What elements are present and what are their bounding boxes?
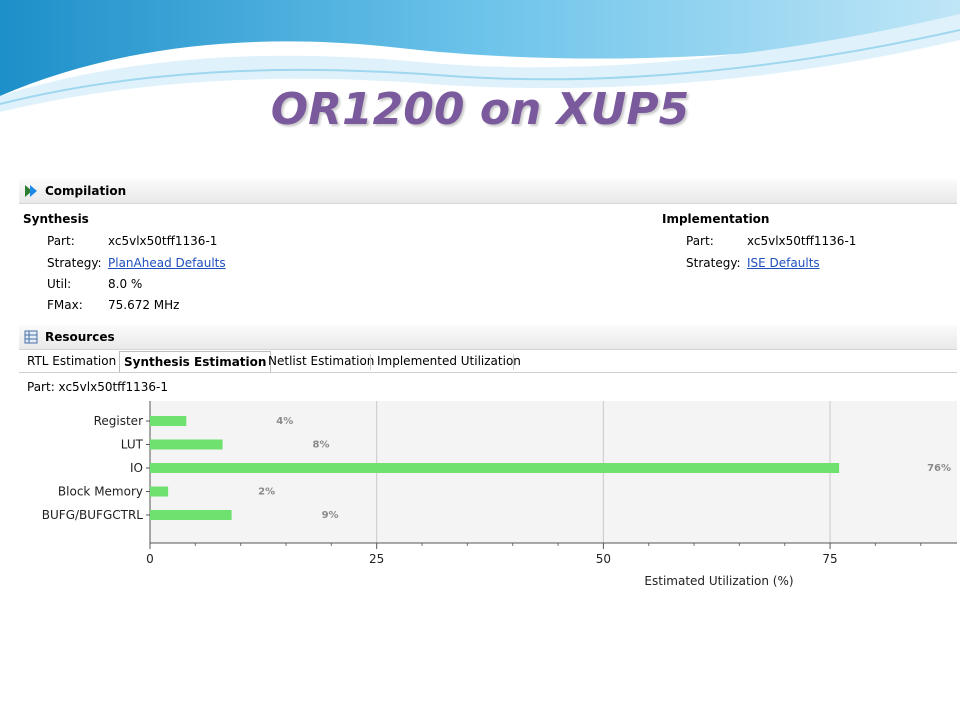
category-label: Block Memory [58, 485, 143, 499]
utilization-bar-chart: 0 25 50 75 Register 4% LUT 8% IO 76% Block Memory 2… [42, 401, 957, 587]
synthesis-util-label: Util: [47, 277, 72, 291]
x-tick-label: 50 [596, 552, 611, 566]
implementation-strategy-link[interactable]: ISE Defaults [747, 256, 820, 270]
utilization-bar [150, 510, 232, 520]
synthesis-util-value: 8.0 % [108, 277, 143, 291]
resources-header-label: Resources [45, 330, 115, 344]
x-tick-label: 75 [822, 552, 837, 566]
tab-netlist-estimation[interactable]: Netlist Estimation [264, 351, 378, 371]
synthesis-fmax-label: FMax: [47, 298, 83, 312]
tab-strip-border [19, 372, 957, 373]
slide-title: OR1200 on XUP5 [270, 84, 690, 135]
tab-rtl-estimation[interactable]: RTL Estimation [23, 351, 120, 371]
resources-section-header[interactable]: Resources [19, 325, 957, 350]
synthesis-part-value: xc5vlx50tff1136-1 [108, 234, 218, 248]
x-tick-label: 25 [369, 552, 384, 566]
utilization-bar [150, 439, 223, 450]
project-summary-panel: Compilation Synthesis Part: xc5vlx50tff1… [19, 179, 957, 587]
synthesis-part-label: Part: [47, 234, 75, 248]
resources-part-line: Part: xc5vlx50tff1136-1 [27, 380, 168, 394]
synthesis-strategy-link[interactable]: PlanAhead Defaults [108, 256, 226, 270]
utilization-bar [150, 463, 840, 473]
category-label: Register [94, 414, 143, 428]
x-axis-title: Estimated Utilization (%) [644, 574, 793, 587]
synthesis-fmax-value: 75.672 MHz [108, 298, 180, 312]
tab-separator [513, 354, 514, 370]
tab-synthesis-estimation[interactable]: Synthesis Estimation [119, 351, 272, 372]
compilation-header-label: Compilation [45, 184, 127, 198]
bar-value-label: 8% [313, 440, 330, 451]
implementation-part-label: Part: [686, 234, 714, 248]
implementation-heading: Implementation [662, 212, 770, 226]
x-tick-label: 0 [146, 552, 154, 566]
category-label: BUFG/BUFGCTRL [42, 508, 144, 522]
synthesis-strategy-label: Strategy: [47, 256, 102, 270]
category-label: LUT [121, 438, 144, 452]
synthesis-heading: Synthesis [23, 212, 89, 226]
tab-separator [370, 354, 371, 370]
utilization-bar [150, 416, 187, 426]
bar-value-label: 76% [927, 463, 951, 474]
compilation-section-header[interactable]: Compilation [19, 179, 957, 204]
bar-value-label: 9% [322, 510, 339, 521]
table-grid-icon [24, 330, 38, 344]
play-arrows-icon [25, 185, 37, 197]
tab-implemented-utilization[interactable]: Implemented Utilization [373, 351, 525, 371]
category-label: IO [130, 461, 143, 475]
utilization-bar [150, 486, 169, 497]
implementation-part-value: xc5vlx50tff1136-1 [747, 234, 857, 248]
bar-value-label: 2% [258, 487, 275, 498]
implementation-strategy-label: Strategy: [686, 256, 741, 270]
bar-value-label: 4% [276, 416, 293, 427]
